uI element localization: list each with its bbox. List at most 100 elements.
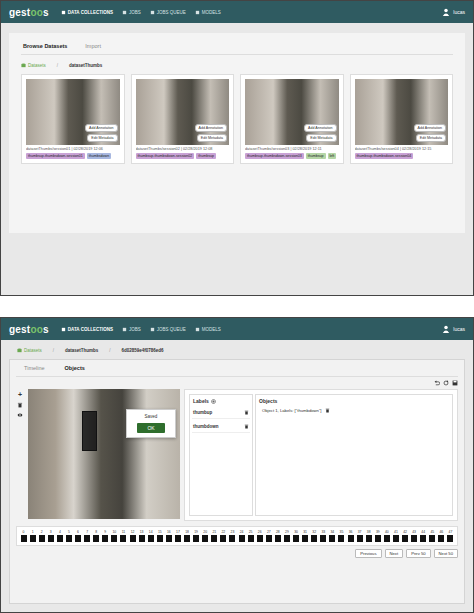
frame-thumb[interactable]: 43 [410,530,419,542]
label-item[interactable]: thumbdown [192,421,250,433]
frame-thumb[interactable]: 35 [337,530,346,542]
frame-thumb[interactable]: 22 [219,530,228,542]
nav-item[interactable]: JOBS QUEUE [150,327,186,332]
frame-thumb[interactable]: 10 [110,530,119,542]
frame-thumb[interactable]: 9 [101,530,110,542]
frame-thumb[interactable]: 26 [255,530,264,542]
bounding-box[interactable] [82,411,97,451]
frame-thumb[interactable]: 6 [73,530,82,542]
frame-thumb[interactable]: 21 [210,530,219,542]
tab[interactable]: Browse Datasets [21,41,69,51]
nav-item[interactable]: JOBS [122,10,141,15]
card-action-button[interactable]: Add Annotation [195,124,227,132]
nav-item[interactable]: MODELS [195,10,221,15]
pager-button[interactable]: Prev 50 [406,549,430,558]
card-action-button[interactable]: Edit Metadata [416,134,446,142]
tag[interactable]: thumbsup-thumbsdown-session04 [355,153,414,159]
breadcrumb-item[interactable]: Datasets [21,63,46,68]
frame-thumb[interactable]: 5 [64,530,73,542]
frame-thumb[interactable]: 23 [228,530,237,542]
frame-thumb[interactable]: 39 [373,530,382,542]
user-menu[interactable]: lucas [442,8,465,16]
frame-thumb[interactable]: 36 [346,530,355,542]
frame-thumb[interactable]: 46 [437,530,446,542]
frame-thumb[interactable]: 14 [146,530,155,542]
logo[interactable]: gestoos [9,7,49,18]
tag[interactable]: thumbsup-thumbsdown-session01 [26,153,85,159]
label-item[interactable]: thumbup [192,407,250,419]
tag[interactable]: left [328,153,337,159]
nav-item[interactable]: JOBS [122,327,141,332]
frame-thumb[interactable]: 4 [55,530,64,542]
frame-thumb[interactable]: 33 [319,530,328,542]
frame-thumb[interactable]: 19 [192,530,201,542]
save-icon[interactable] [452,380,458,386]
dataset-card[interactable]: Add AnnotationEdit MetadatadatasetThumbs… [21,74,125,164]
frame-thumb[interactable]: 17 [173,530,182,542]
card-action-button[interactable]: Add Annotation [85,124,117,132]
frame-thumb[interactable]: 44 [419,530,428,542]
card-action-button[interactable]: Edit Metadata [87,134,117,142]
undo-icon[interactable] [434,380,440,386]
tab[interactable]: Import [83,41,103,51]
frame-thumb[interactable]: 24 [237,530,246,542]
tag[interactable]: thumbsup [306,153,326,159]
frame-thumb[interactable]: 0 [19,530,28,542]
card-action-button[interactable]: Edit Metadata [197,134,227,142]
trash-icon[interactable] [17,402,23,408]
frame-thumb[interactable]: 40 [382,530,391,542]
dataset-card[interactable]: Add AnnotationEdit MetadatadatasetThumbs… [131,74,235,164]
frame-image[interactable]: SavedOK [28,389,180,519]
frame-thumb[interactable]: 12 [128,530,137,542]
frame-thumb[interactable]: 16 [164,530,173,542]
tag[interactable]: thumbsup-thumbsdown-session03 [245,153,304,159]
add-tool[interactable]: + [18,391,22,398]
trash-icon[interactable] [244,410,249,415]
nav-item[interactable]: DATA COLLECTIONS [61,10,113,15]
trash-icon[interactable] [325,408,330,413]
card-action-button[interactable]: Add Annotation [414,124,446,132]
frame-thumb[interactable]: 1 [28,530,37,542]
frame-thumb[interactable]: 29 [282,530,291,542]
frame-thumb[interactable]: 28 [273,530,282,542]
ok-button[interactable]: OK [137,423,164,433]
tab[interactable]: Objects [63,363,87,373]
nav-item[interactable]: JOBS QUEUE [150,10,186,15]
frame-thumb[interactable]: 18 [182,530,191,542]
frame-thumb[interactable]: 37 [355,530,364,542]
frame-thumb[interactable]: 25 [246,530,255,542]
dataset-card[interactable]: Add AnnotationEdit MetadatadatasetThumbs… [350,74,454,164]
tag[interactable]: thumbsdown [87,153,111,159]
nav-item[interactable]: DATA COLLECTIONS [61,327,113,332]
tab[interactable]: Timeline [22,363,47,373]
frame-thumb[interactable]: 2 [37,530,46,542]
breadcrumb-item[interactable]: Datasets [17,348,42,353]
frame-thumb[interactable]: 45 [428,530,437,542]
frame-thumb[interactable]: 42 [400,530,409,542]
card-action-button[interactable]: Edit Metadata [306,134,336,142]
add-label-icon[interactable] [211,399,216,404]
object-item[interactable]: Object 1, Labels: ["thumbdown"] [258,408,450,413]
frame-thumb[interactable]: 47 [446,530,455,542]
refresh-icon[interactable] [443,380,449,386]
frame-thumb[interactable]: 32 [310,530,319,542]
frame-thumb[interactable]: 20 [201,530,210,542]
pager-button[interactable]: Next 50 [434,549,458,558]
frame-thumb[interactable]: 34 [328,530,337,542]
frame-thumb[interactable]: 41 [391,530,400,542]
nav-item[interactable]: MODELS [195,327,221,332]
tag[interactable]: thumbsup [196,153,216,159]
frame-thumb[interactable]: 27 [264,530,273,542]
trash-icon[interactable] [244,424,249,429]
frame-thumb[interactable]: 8 [92,530,101,542]
frame-thumb[interactable]: 13 [137,530,146,542]
pager-button[interactable]: Next [385,549,404,558]
frame-thumb[interactable]: 30 [291,530,300,542]
frame-thumb[interactable]: 15 [155,530,164,542]
card-action-button[interactable]: Add Annotation [304,124,336,132]
eye-icon[interactable] [17,412,23,418]
frame-thumb[interactable]: 31 [301,530,310,542]
pager-button[interactable]: Previous [355,549,381,558]
frame-thumb[interactable]: 38 [364,530,373,542]
frame-thumb[interactable]: 7 [83,530,92,542]
